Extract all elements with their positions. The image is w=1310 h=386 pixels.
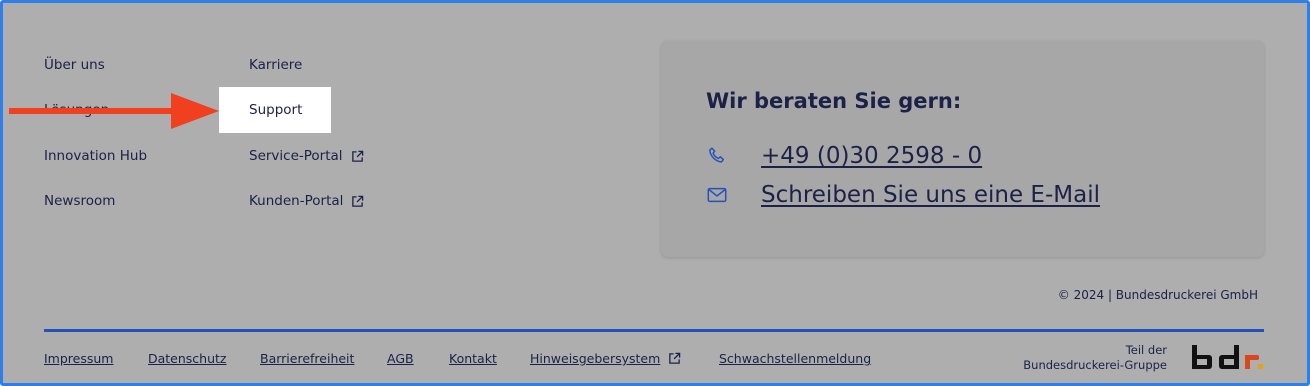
copyright: © 2024 | Bundesdruckerei GmbH xyxy=(1057,288,1258,302)
phone-link[interactable]: +49 (0)30 2598 - 0 xyxy=(761,143,982,169)
external-link-icon xyxy=(669,352,681,364)
contact-heading: Wir beraten Sie gern: xyxy=(706,89,962,113)
group-text-line2: Bundesdruckerei-Gruppe xyxy=(1023,358,1167,372)
nav-link-karriere[interactable]: Karriere xyxy=(249,57,302,73)
footer-link-kontakt[interactable]: Kontakt xyxy=(449,351,497,366)
footer-divider xyxy=(44,329,1264,332)
footer-link-schwachstellenmeldung[interactable]: Schwachstellenmeldung xyxy=(719,351,871,366)
footer-link-barrierefreiheit[interactable]: Barrierefreiheit xyxy=(260,351,354,366)
email-link[interactable]: Schreiben Sie uns eine E-Mail xyxy=(761,182,1100,208)
nav-link-label: Service-Portal xyxy=(249,148,343,164)
external-link-icon xyxy=(351,150,363,162)
nav-link-label: Newsroom xyxy=(44,193,116,209)
nav-link-label: Karriere xyxy=(249,57,303,73)
nav-link-label: Kunden-Portal xyxy=(249,193,344,209)
nav-link-service-portal[interactable]: Service-Portal xyxy=(249,148,364,164)
footer-link-impressum[interactable]: Impressum xyxy=(44,351,113,366)
email-row[interactable]: Schreiben Sie uns eine E-Mail xyxy=(706,182,1100,208)
footer-link-agb[interactable]: AGB xyxy=(387,351,414,366)
bdr-logo[interactable] xyxy=(1191,344,1265,372)
nav-link-label: Über uns xyxy=(44,57,105,73)
mail-icon xyxy=(707,187,727,203)
nav-link-newsroom[interactable]: Newsroom xyxy=(44,193,115,209)
footer-link-hinweisgebersystem[interactable]: Hinweisgebersystem xyxy=(530,351,681,366)
group-text-line1: Teil der xyxy=(1125,343,1167,357)
arrow-right-icon xyxy=(9,93,219,129)
nav-link-support[interactable]: Support xyxy=(249,102,302,118)
nav-link-ueber-uns[interactable]: Über uns xyxy=(44,57,105,73)
external-link-icon xyxy=(352,195,364,207)
footer-link-datenschutz[interactable]: Datenschutz xyxy=(148,351,227,366)
phone-icon xyxy=(709,147,725,163)
nav-link-label: Innovation Hub xyxy=(44,148,148,164)
group-text: Teil der Bundesdruckerei-Gruppe xyxy=(1023,343,1167,373)
footer-link-label: Hinweisgebersystem xyxy=(530,351,661,366)
footer-overlay: Über uns Lösungen Innovation Hub Newsroo… xyxy=(0,0,1310,386)
nav-link-innovation-hub[interactable]: Innovation Hub xyxy=(44,148,147,164)
phone-row[interactable]: +49 (0)30 2598 - 0 xyxy=(706,143,982,169)
nav-link-kunden-portal[interactable]: Kunden-Portal xyxy=(249,193,364,209)
